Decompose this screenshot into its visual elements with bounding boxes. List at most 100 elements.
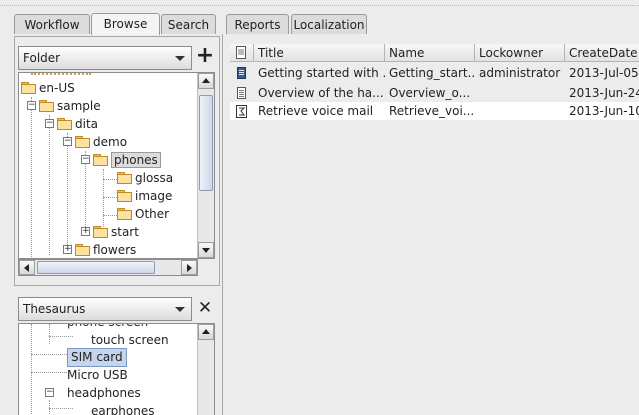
tree-guide-line xyxy=(49,408,73,409)
scroll-down-button[interactable] xyxy=(198,242,214,258)
folder-open-icon xyxy=(57,118,72,130)
tree-item-sample[interactable]: sample xyxy=(39,97,101,115)
column-header-lockowner[interactable]: Lockowner xyxy=(475,44,565,62)
cell-title: Overview of the ha... xyxy=(258,86,384,100)
cell-title: Getting started with ... xyxy=(258,66,385,80)
cell-createdate: 2013-Jul-05 xyxy=(569,66,639,80)
folder-icon xyxy=(117,190,132,202)
folder-select-value: Folder xyxy=(23,51,61,65)
tree-item-glossary[interactable]: glossa xyxy=(117,169,173,187)
cell-title: Retrieve voice mail xyxy=(258,104,374,118)
tree-item-image[interactable]: image xyxy=(117,187,172,205)
tab-workflow[interactable]: Workflow xyxy=(14,14,90,34)
tree-item-label: start xyxy=(111,225,139,239)
document-table[interactable]: Title Name Lockowner CreateDate Getting … xyxy=(230,44,639,415)
column-header-icon[interactable] xyxy=(230,44,254,62)
folder-open-icon xyxy=(75,136,90,148)
scroll-up-button[interactable] xyxy=(198,324,214,340)
thesaurus-select-value: Thesaurus xyxy=(23,302,86,316)
close-thesaurus-button[interactable]: ✕ xyxy=(195,296,215,320)
tree-guide-line xyxy=(31,354,67,355)
cell-name: Overview_o... xyxy=(389,86,471,100)
tree-item-other[interactable]: Other xyxy=(117,205,169,223)
tree-guide-line xyxy=(49,115,50,255)
folder-icon xyxy=(117,172,132,184)
tree-item-phones[interactable]: phones xyxy=(93,151,161,169)
tree-item-label: flowers xyxy=(93,243,137,257)
panel-splitter[interactable] xyxy=(14,286,220,292)
folder-icon xyxy=(93,226,108,238)
arrow-left-icon xyxy=(24,264,29,272)
tab-reports[interactable]: Reports xyxy=(226,14,289,34)
table-row[interactable]: Overview of the ha... Overview_o... 2013… xyxy=(230,84,639,102)
folder-tree-horizontal-scrollbar[interactable] xyxy=(18,259,198,276)
folder-open-icon xyxy=(21,82,36,94)
tab-search[interactable]: Search xyxy=(161,14,216,34)
column-header-title[interactable]: Title xyxy=(254,44,385,62)
expand-toggle[interactable]: + xyxy=(63,245,72,254)
collapse-toggle[interactable]: − xyxy=(45,119,54,128)
collapse-toggle[interactable]: − xyxy=(81,155,90,164)
tree-guide-line xyxy=(31,97,32,257)
table-row[interactable]: Getting started with ... Getting_start..… xyxy=(230,64,639,82)
tree-guide-line xyxy=(103,169,104,229)
collapse-toggle[interactable]: − xyxy=(45,388,54,397)
tree-item-label: dita xyxy=(75,117,99,131)
chevron-down-icon[interactable] xyxy=(171,49,189,67)
column-header-createdate[interactable]: CreateDate xyxy=(565,44,639,62)
document-icon xyxy=(236,46,246,59)
document-icon xyxy=(237,87,246,99)
tree-item-label: phones xyxy=(111,152,161,168)
add-folder-button[interactable]: + xyxy=(195,44,215,68)
folder-open-icon xyxy=(93,154,108,166)
tree-item-flowers[interactable]: flowers xyxy=(75,241,137,258)
cell-name: Getting_start... xyxy=(389,66,475,80)
dark-document-icon xyxy=(237,67,246,79)
expand-toggle[interactable]: + xyxy=(81,227,90,236)
scroll-right-button[interactable] xyxy=(181,260,197,275)
thesaurus-select[interactable]: Thesaurus xyxy=(18,297,192,321)
thesaurus-item-headphones[interactable]: headphones xyxy=(67,384,141,402)
thesaurus-item-sim-card[interactable]: SIM card xyxy=(67,348,127,367)
cell-lockowner: administrator xyxy=(479,66,561,80)
folder-type-select[interactable]: Folder xyxy=(18,46,192,70)
scroll-thumb[interactable] xyxy=(37,261,155,274)
tree-guide-line xyxy=(49,336,73,337)
cell-name: Retrieve_voi... xyxy=(389,104,475,118)
top-border-line xyxy=(0,5,639,6)
tab-localization[interactable]: Localization xyxy=(291,14,367,34)
folder-tree[interactable]: en-US − sample − dita − demo − phones gl… xyxy=(18,72,215,259)
tree-item-label: Other xyxy=(135,207,170,221)
thesaurus-item-earphones[interactable]: earphones xyxy=(91,402,154,415)
scroll-thumb[interactable] xyxy=(199,95,213,191)
table-header: Title Name Lockowner CreateDate xyxy=(230,44,639,62)
tree-item-en-us[interactable]: en-US xyxy=(21,79,75,97)
tab-browse[interactable]: Browse xyxy=(91,13,160,35)
chevron-down-icon[interactable] xyxy=(171,300,189,318)
arrow-right-icon xyxy=(187,264,192,272)
tree-item-label: en-US xyxy=(39,81,75,95)
cell-lockowner xyxy=(475,102,565,120)
collapse-toggle[interactable]: − xyxy=(63,137,72,146)
collapse-toggle[interactable]: − xyxy=(27,101,36,110)
tree-item-start[interactable]: start xyxy=(93,223,139,241)
thesaurus-item-touch-screen[interactable]: touch screen xyxy=(91,331,169,349)
tree-item-demo[interactable]: demo xyxy=(75,133,127,151)
table-row[interactable]: Retrieve voice mail Retrieve_voi... 2013… xyxy=(230,102,639,120)
left-pane-divider xyxy=(222,34,223,415)
thesaurus-vertical-scrollbar[interactable] xyxy=(197,324,214,415)
task-document-icon xyxy=(236,105,247,118)
scroll-up-button[interactable] xyxy=(198,73,214,89)
folder-tree-vertical-scrollbar[interactable] xyxy=(197,73,214,258)
tree-guide-line xyxy=(67,133,68,253)
column-header-name[interactable]: Name xyxy=(385,44,475,62)
thesaurus-item-micro-usb[interactable]: Micro USB xyxy=(67,366,128,384)
tree-partial-row xyxy=(31,73,91,78)
tree-guide-line xyxy=(103,197,117,198)
scroll-left-button[interactable] xyxy=(19,260,35,275)
thesaurus-tree[interactable]: phone screen touch screen SIM card Micro… xyxy=(18,323,215,415)
tree-guide-line xyxy=(49,324,50,344)
thesaurus-item-phone-screen[interactable]: phone screen xyxy=(67,324,148,331)
tree-item-dita[interactable]: dita xyxy=(57,115,98,133)
tree-guide-line xyxy=(31,372,67,373)
